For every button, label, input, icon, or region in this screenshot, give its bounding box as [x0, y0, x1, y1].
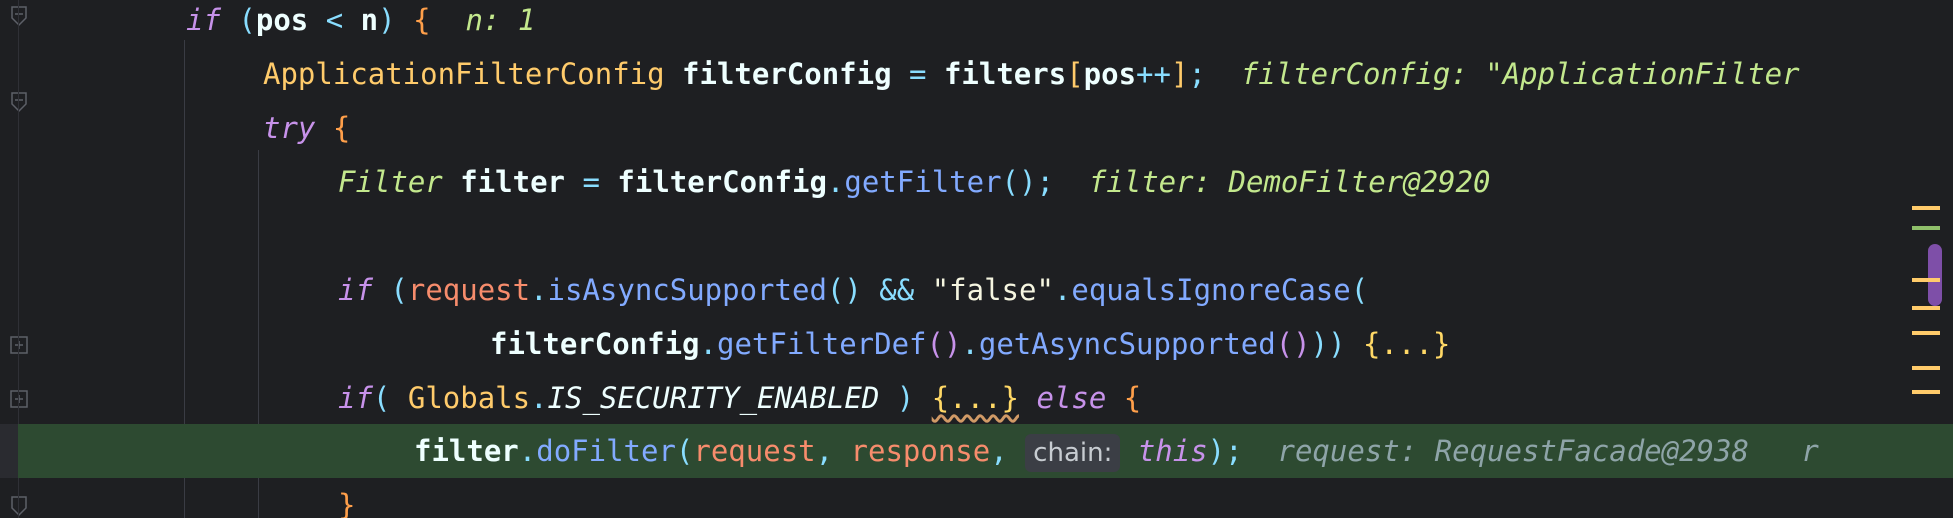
operator: <	[325, 3, 344, 37]
class-name: Globals	[407, 381, 531, 415]
inline-value-hint: r	[1801, 434, 1819, 468]
comma: ,	[815, 434, 834, 468]
dot: .	[518, 434, 537, 468]
operator: =	[582, 165, 600, 199]
bracket: [	[1066, 57, 1084, 91]
brace: {	[332, 111, 351, 145]
fold-expand-icon[interactable]	[10, 336, 28, 354]
type-name: Filter	[338, 165, 443, 199]
paren: (	[390, 273, 408, 307]
code-line[interactable]: Filter filter = filterConfig.getFilter()…	[338, 155, 1490, 209]
paren: ()	[926, 327, 962, 361]
code-line[interactable]: try {	[263, 101, 350, 155]
method-call: doFilter	[536, 434, 676, 468]
dot: .	[699, 327, 717, 361]
fold-expand-icon[interactable]	[10, 390, 28, 408]
paren: (	[1350, 273, 1369, 307]
scroll-marker[interactable]	[1912, 206, 1940, 210]
code-line[interactable]: if (request.isAsyncSupported() && "false…	[338, 263, 1368, 317]
code-editor[interactable]: if (pos < n) { n: 1 ApplicationFilterCon…	[0, 0, 1953, 518]
inline-value-hint: request: RequestFacade@2938	[1277, 434, 1749, 468]
keyword: else	[1036, 381, 1107, 415]
paren: (	[372, 381, 391, 415]
scrollbar-thumb[interactable]	[1928, 244, 1942, 306]
keyword: if	[338, 273, 373, 307]
dot: .	[530, 273, 548, 307]
editor-scrollbar[interactable]	[1912, 0, 1953, 518]
scroll-marker[interactable]	[1912, 390, 1940, 394]
method-call: isAsyncSupported	[547, 273, 827, 307]
method-call: getFilterDef	[716, 327, 927, 361]
fold-collapse-icon[interactable]	[10, 92, 28, 113]
constant: IS_SECURITY_ENABLED	[547, 381, 880, 415]
inline-value-hint: n: 1	[465, 3, 536, 37]
comma: ,	[990, 434, 1008, 468]
scroll-marker[interactable]	[1912, 306, 1940, 310]
keyword: this	[1137, 434, 1208, 468]
paren: )	[896, 381, 915, 415]
parameter: request	[407, 273, 531, 307]
dot: .	[1053, 273, 1072, 307]
folded-block[interactable]: {...}	[1363, 327, 1450, 361]
semicolon: ;	[1188, 57, 1206, 91]
fold-collapse-icon[interactable]	[10, 6, 28, 27]
dot: .	[530, 381, 548, 415]
paren: )	[378, 3, 396, 37]
code-line[interactable]: if( Globals.IS_SECURITY_ENABLED ) {...} …	[338, 371, 1141, 425]
identifier: n	[360, 3, 379, 37]
argument: response	[850, 434, 991, 468]
parameter-name-hint: chain:	[1025, 434, 1121, 472]
semicolon: ;	[1225, 434, 1243, 468]
operator: &&	[879, 273, 915, 307]
operator: ++	[1136, 57, 1171, 91]
inline-value-hint: filterConfig: "ApplicationFilter	[1240, 57, 1800, 91]
method-call: equalsIgnoreCase	[1071, 273, 1351, 307]
identifier: pos	[255, 3, 309, 37]
paren: (	[238, 3, 256, 37]
dot: .	[826, 165, 845, 199]
operator: =	[909, 57, 927, 91]
identifier: filter	[414, 434, 519, 468]
paren: ))	[1310, 327, 1346, 361]
paren: ()	[1001, 165, 1037, 199]
execution-point-gutter	[0, 424, 18, 478]
string-literal: "false"	[931, 273, 1054, 307]
brace: {	[413, 3, 431, 37]
paren: ()	[826, 273, 862, 307]
identifier: filters	[943, 57, 1067, 91]
code-line[interactable]: ApplicationFilterConfig filterConfig = f…	[263, 47, 1800, 101]
identifier: filterConfig	[490, 327, 700, 361]
scroll-marker[interactable]	[1912, 331, 1940, 335]
paren: (	[675, 434, 694, 468]
code-line-current[interactable]: filter.doFilter(request, response, chain…	[414, 424, 1819, 478]
code-line[interactable]: }	[338, 478, 355, 518]
type-name: ApplicationFilterConfig	[263, 57, 665, 91]
scroll-marker[interactable]	[1912, 366, 1940, 370]
dot: .	[961, 327, 979, 361]
code-line[interactable]: if (pos < n) { n: 1	[186, 0, 535, 47]
scroll-marker[interactable]	[1912, 278, 1940, 282]
scroll-marker[interactable]	[1912, 226, 1940, 230]
code-line[interactable]: filterConfig.getFilterDef().getAsyncSupp…	[490, 317, 1450, 371]
keyword: if	[338, 381, 373, 415]
semicolon: ;	[1036, 165, 1054, 199]
brace: {	[1123, 381, 1142, 415]
identifier: filterConfig	[617, 165, 827, 199]
keyword: try	[263, 111, 316, 145]
fold-collapse-icon[interactable]	[10, 496, 28, 517]
brace: }	[338, 488, 356, 518]
identifier: filter	[460, 165, 565, 199]
paren: )	[1207, 434, 1226, 468]
bracket: ]	[1170, 57, 1189, 91]
method-call: getFilter	[844, 165, 1002, 199]
method-call: getAsyncSupported	[978, 327, 1276, 361]
paren: ()	[1275, 327, 1311, 361]
keyword: if	[186, 3, 221, 37]
identifier: filterConfig	[682, 57, 892, 91]
identifier: pos	[1083, 57, 1137, 91]
folded-block[interactable]: {...}	[932, 381, 1019, 415]
argument: request	[693, 434, 816, 468]
inline-value-hint: filter: DemoFilter@2920	[1088, 165, 1491, 199]
